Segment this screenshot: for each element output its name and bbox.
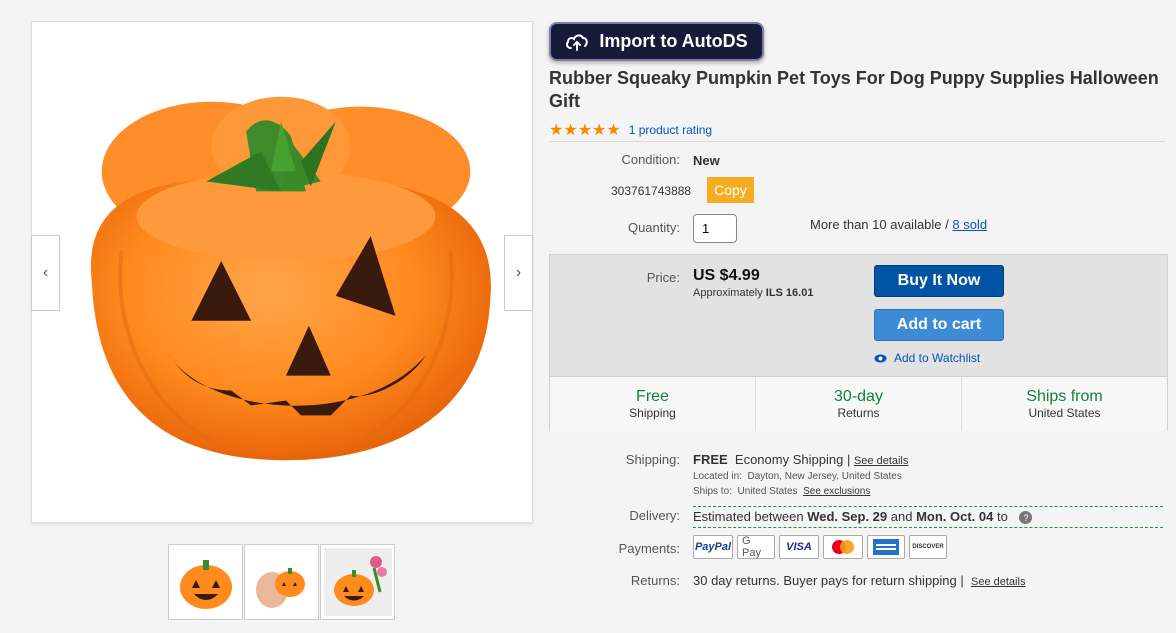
product-image-gallery: ‹ ›: [31, 21, 533, 523]
cloud-upload-icon: [566, 34, 589, 51]
chevron-right-icon: ›: [515, 264, 522, 281]
availability-count: More than 10 available /: [810, 217, 953, 232]
visa-icon: VISA: [779, 535, 819, 559]
ships-to: Ships to: United States See exclusions: [693, 486, 870, 497]
returns-label: Returns:: [630, 573, 680, 588]
returns-text: 30 day returns. Buyer pays for return sh…: [693, 573, 957, 588]
star-rating-icon: ★★★★★: [549, 122, 621, 139]
mastercard-icon: [823, 535, 863, 559]
paypal-icon: PayPal: [693, 535, 733, 559]
shipping-details-link[interactable]: See details: [854, 455, 908, 467]
feature-free-shipping: Free Shipping: [550, 377, 756, 431]
amex-logo: [873, 539, 899, 555]
approximate-prefix: Approximately: [693, 287, 766, 299]
availability-text: More than 10 available / 8 sold: [810, 217, 987, 232]
see-exclusions-link[interactable]: See exclusions: [803, 486, 870, 497]
located-in: Located in: Dayton, New Jersey, United S…: [693, 471, 902, 482]
feature-ships-from: Ships from United States: [962, 377, 1167, 431]
product-rating: ★★★★★ 1 product rating: [549, 120, 712, 140]
feature-subtitle: United States: [1028, 406, 1101, 420]
price-box: Price: US $4.99 Approximately ILS 16.01 …: [549, 254, 1168, 431]
approximate-price: Approximately ILS 16.01: [693, 287, 813, 299]
feature-title: 30-day: [834, 388, 883, 405]
ships-to-value: United States: [737, 486, 798, 497]
thumbnail-strip: [168, 544, 396, 620]
shipping-separator: |: [846, 452, 851, 467]
hand-holding-pumpkin-image: [247, 548, 316, 616]
product-main-image[interactable]: [32, 22, 532, 522]
condition-label: Condition:: [621, 152, 680, 167]
mastercard-logo: [832, 540, 854, 554]
feature-subtitle: Returns: [837, 406, 880, 420]
pumpkin-thumbnail-image: [179, 560, 232, 609]
feature-subtitle: Shipping: [629, 406, 676, 420]
returns-details-link[interactable]: See details: [971, 576, 1025, 588]
add-to-watchlist-link[interactable]: Add to Watchlist: [874, 351, 980, 365]
feature-returns: 30-day Returns: [756, 377, 962, 431]
title-divider: [549, 141, 1165, 142]
quantity-label: Quantity:: [627, 220, 680, 235]
shipping-value: FREE Economy Shipping | See details: [693, 452, 908, 467]
discover-icon: DISCOVER: [909, 535, 947, 559]
feature-title: Free: [636, 388, 669, 405]
product-title: Rubber Squeaky Pumpkin Pet Toys For Dog …: [549, 68, 1159, 111]
copy-item-number-button[interactable]: Copy: [707, 177, 754, 203]
delivery-suffix: to: [993, 509, 1008, 524]
product-rating-link[interactable]: 1 product rating: [629, 123, 712, 137]
price-value: US $4.99: [693, 267, 760, 284]
thumbnail-2[interactable]: [244, 544, 319, 620]
ships-to-label: Ships to:: [693, 486, 732, 497]
payments-label: Payments:: [618, 541, 680, 556]
shipping-label: Shipping:: [625, 452, 680, 467]
thumbnail-3[interactable]: [320, 544, 395, 620]
item-number: 303761743888: [611, 184, 692, 198]
sold-count-link[interactable]: 8 sold: [952, 217, 987, 232]
price-label: Price:: [646, 270, 680, 285]
chevron-left-icon: ‹: [42, 264, 49, 281]
approximate-value: ILS 16.01: [765, 287, 814, 299]
located-label: Located in:: [693, 471, 742, 482]
eye-icon: [874, 354, 887, 362]
google-pay-icon: G Pay: [737, 535, 775, 559]
feature-title: Ships from: [1026, 388, 1103, 405]
next-image-button[interactable]: ›: [504, 235, 533, 311]
shipping-method: Economy Shipping: [734, 452, 844, 467]
delivery-bottom-divider: [693, 527, 1163, 528]
quantity-input[interactable]: [693, 214, 737, 243]
shipping-free: FREE: [693, 452, 728, 467]
import-to-autods-button[interactable]: Import to AutoDS: [549, 22, 764, 61]
delivery-end: Mon. Oct. 04: [916, 509, 994, 524]
previous-image-button[interactable]: ‹: [31, 235, 60, 311]
thumbnail-1[interactable]: [168, 544, 243, 620]
add-to-cart-button[interactable]: Add to cart: [874, 309, 1004, 341]
delivery-mid: and: [887, 509, 917, 524]
watchlist-label: Add to Watchlist: [894, 351, 981, 365]
condition-value: New: [693, 153, 720, 168]
import-button-label: Import to AutoDS: [599, 31, 748, 51]
help-icon[interactable]: ?: [1019, 511, 1033, 525]
payment-methods: PayPal G Pay VISA DISCOVER: [693, 535, 951, 559]
located-value: Dayton, New Jersey, United States: [747, 471, 902, 482]
returns-value: 30 day returns. Buyer pays for return sh…: [693, 573, 1025, 588]
delivery-prefix: Estimated between: [693, 509, 808, 524]
delivery-estimate: Estimated between Wed. Sep. 29 and Mon. …: [693, 509, 1033, 525]
delivery-label: Delivery:: [629, 508, 680, 523]
american-express-icon: [867, 535, 905, 559]
returns-separator: |: [960, 573, 964, 588]
pumpkin-with-flowers-image: [323, 548, 392, 616]
feature-strip: Free Shipping 30-day Returns Ships from …: [550, 376, 1167, 431]
delivery-top-divider: [693, 506, 1163, 507]
delivery-start: Wed. Sep. 29: [807, 509, 888, 524]
buy-it-now-button[interactable]: Buy It Now: [874, 265, 1004, 297]
